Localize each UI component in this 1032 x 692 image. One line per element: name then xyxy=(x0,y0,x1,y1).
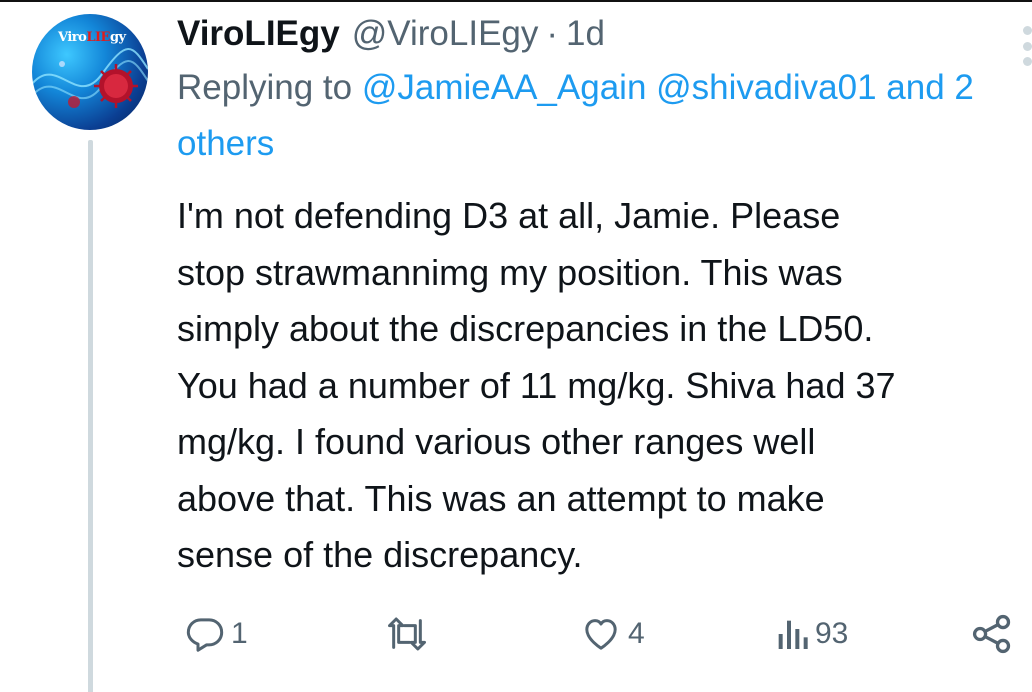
reply-count: 1 xyxy=(231,617,248,650)
action-bar: 1 4 93 xyxy=(185,606,1020,662)
reply-icon xyxy=(186,618,224,652)
tweet-text-line: simply about the discrepancies in the LD… xyxy=(177,308,874,349)
views-button[interactable]: 93 xyxy=(775,606,848,662)
tweet-text: I'm not defending D3 at all, Jamie. Plea… xyxy=(177,188,1027,584)
timestamp[interactable]: 1d xyxy=(566,12,605,56)
heart-icon xyxy=(585,619,617,650)
mention-link[interactable]: @shivadiva01 xyxy=(656,68,876,107)
tweet-text-line: stop strawmannimg my position. This was xyxy=(177,251,843,293)
retweet-button[interactable] xyxy=(385,606,429,662)
tweet-text-line: mg/kg. I found various other ranges well xyxy=(177,421,816,462)
bar-chart-icon xyxy=(778,620,808,649)
like-count: 4 xyxy=(628,617,645,650)
tweet-screen: ViroLIEgy ViroLIEgy @ViroLIEgy · 1d Repl… xyxy=(0,0,1032,692)
tweet-text-line: You had a number of 11 mg/kg. Shiva had … xyxy=(177,364,896,406)
avatar[interactable]: ViroLIEgy xyxy=(32,14,148,130)
avatar-logo-text: ViroLIEgy xyxy=(58,30,126,45)
user-handle[interactable]: @ViroLIEgy xyxy=(352,12,539,56)
tweet: ViroLIEgy @ViroLIEgy · 1d Replying to @J… xyxy=(177,12,1027,584)
tweet-text-line: above that. This was an attempt to make xyxy=(177,477,825,519)
mention-link[interactable]: @JamieAA_Again xyxy=(362,68,647,107)
replying-to-label: Replying to xyxy=(177,68,353,107)
reply-button[interactable]: 1 xyxy=(185,606,248,662)
separator-dot: · xyxy=(546,14,559,53)
replying-to: Replying to @JamieAA_Again @shivadiva01 … xyxy=(177,60,1022,172)
display-name[interactable]: ViroLIEgy xyxy=(177,12,340,56)
tweet-text-line: I'm not defending D3 at all, Jamie. Plea… xyxy=(177,195,841,236)
views-count: 93 xyxy=(815,617,849,650)
like-button[interactable]: 4 xyxy=(580,606,645,662)
tweet-text-line: sense of the discrepancy. xyxy=(177,534,583,575)
retweet-icon xyxy=(388,617,426,651)
share-button[interactable] xyxy=(970,606,1014,662)
share-icon xyxy=(972,614,1011,654)
tweet-header: ViroLIEgy @ViroLIEgy · 1d xyxy=(177,12,1027,56)
top-divider xyxy=(0,0,1032,2)
thread-line xyxy=(88,140,93,692)
